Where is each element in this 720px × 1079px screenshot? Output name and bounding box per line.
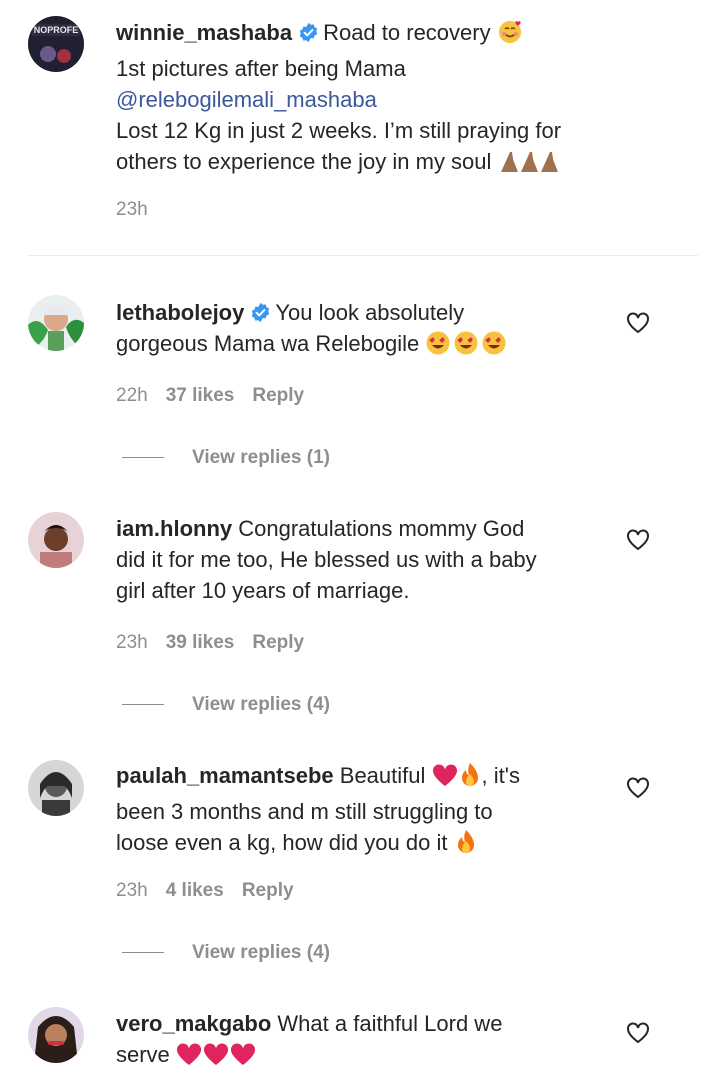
comment-text: paulah_mamantsebe Beautiful , it's been … bbox=[116, 760, 616, 863]
caption-time: 23h bbox=[116, 199, 148, 220]
divider-line bbox=[122, 457, 164, 459]
mention-link[interactable]: @relebogilemali_mashaba bbox=[116, 84, 616, 115]
likes-count[interactable]: 37 likes bbox=[166, 385, 235, 406]
username[interactable]: lethabolejoy bbox=[116, 300, 244, 325]
fire-icon bbox=[458, 762, 482, 796]
avatar[interactable] bbox=[28, 760, 84, 816]
post-caption: NOPROFE winnie_mashaba Road to recovery 1… bbox=[0, 0, 720, 255]
comment-text: lethabolejoy You look absolutely gorgeous… bbox=[116, 297, 616, 364]
comment-text: iam.hlonny Congratulations mommy God did… bbox=[116, 516, 537, 603]
reply-button[interactable]: Reply bbox=[252, 385, 304, 406]
svg-text:NOPROFE: NOPROFE bbox=[34, 25, 79, 35]
reply-button[interactable]: Reply bbox=[252, 632, 304, 653]
username[interactable]: winnie_mashaba bbox=[116, 20, 292, 45]
avatar-image bbox=[28, 760, 84, 816]
fire-icon bbox=[454, 829, 478, 863]
comment-meta: 22h 37 likes Reply bbox=[116, 385, 304, 407]
comment-time: 23h bbox=[116, 880, 148, 901]
avatar-image bbox=[28, 512, 84, 568]
username[interactable]: paulah_mamantsebe bbox=[116, 763, 334, 788]
comment: paulah_mamantsebe Beautiful , it's been … bbox=[0, 745, 720, 985]
avatar-image bbox=[28, 1007, 84, 1063]
verified-badge-icon bbox=[298, 20, 319, 43]
username[interactable]: vero_makgabo bbox=[116, 1011, 271, 1036]
view-replies-button[interactable]: View replies (4) bbox=[122, 694, 330, 716]
avatar[interactable] bbox=[28, 512, 84, 568]
avatar-image: NOPROFE bbox=[28, 16, 84, 72]
comment-meta: 23h 39 likes Reply bbox=[116, 632, 304, 654]
avatar[interactable] bbox=[28, 1007, 84, 1063]
caption-line-2: 1st pictures after being Mama bbox=[116, 56, 406, 81]
caption-line-1: winnie_mashaba Road to recovery bbox=[116, 17, 616, 53]
view-replies-button[interactable]: View replies (1) bbox=[122, 447, 330, 469]
divider-line bbox=[122, 952, 164, 954]
caption-line-3: Lost 12 Kg in just 2 weeks. I’m still pr… bbox=[116, 118, 562, 143]
smiling-face-with-hearts-icon bbox=[497, 19, 523, 53]
caption-line-4: others to experience the joy in my soul bbox=[116, 146, 616, 182]
comment: iam.hlonny Congratulations mommy God did… bbox=[0, 497, 720, 737]
heart-eyes-icon bbox=[425, 330, 509, 364]
likes-count[interactable]: 39 likes bbox=[166, 632, 235, 653]
comment-time: 22h bbox=[116, 385, 148, 406]
avatar[interactable] bbox=[28, 295, 84, 351]
red-hearts-icon bbox=[176, 1043, 256, 1075]
like-heart-icon[interactable] bbox=[626, 312, 650, 334]
avatar-image bbox=[28, 295, 84, 351]
folded-hands-icon bbox=[498, 148, 562, 182]
avatar[interactable]: NOPROFE bbox=[28, 16, 84, 72]
comment: lethabolejoy You look absolutely gorgeous… bbox=[0, 280, 720, 485]
red-heart-icon bbox=[432, 764, 458, 796]
divider-line bbox=[122, 704, 164, 706]
verified-badge-icon bbox=[250, 300, 271, 323]
like-heart-icon[interactable] bbox=[626, 529, 650, 551]
divider bbox=[28, 255, 698, 256]
likes-count[interactable]: 4 likes bbox=[166, 880, 224, 901]
comment-text: vero_makgabo What a faithful Lord we ser… bbox=[116, 1008, 616, 1075]
reply-button[interactable]: Reply bbox=[242, 880, 294, 901]
comment-meta: 23h 4 likes Reply bbox=[116, 880, 294, 902]
caption-text: winnie_mashaba Road to recovery 1st pictu… bbox=[116, 17, 616, 182]
comment-time: 23h bbox=[116, 632, 148, 653]
view-replies-button[interactable]: View replies (4) bbox=[122, 942, 330, 964]
username[interactable]: iam.hlonny bbox=[116, 516, 232, 541]
comment: vero_makgabo What a faithful Lord we ser… bbox=[0, 992, 720, 1079]
like-heart-icon[interactable] bbox=[626, 1022, 650, 1044]
like-heart-icon[interactable] bbox=[626, 777, 650, 799]
